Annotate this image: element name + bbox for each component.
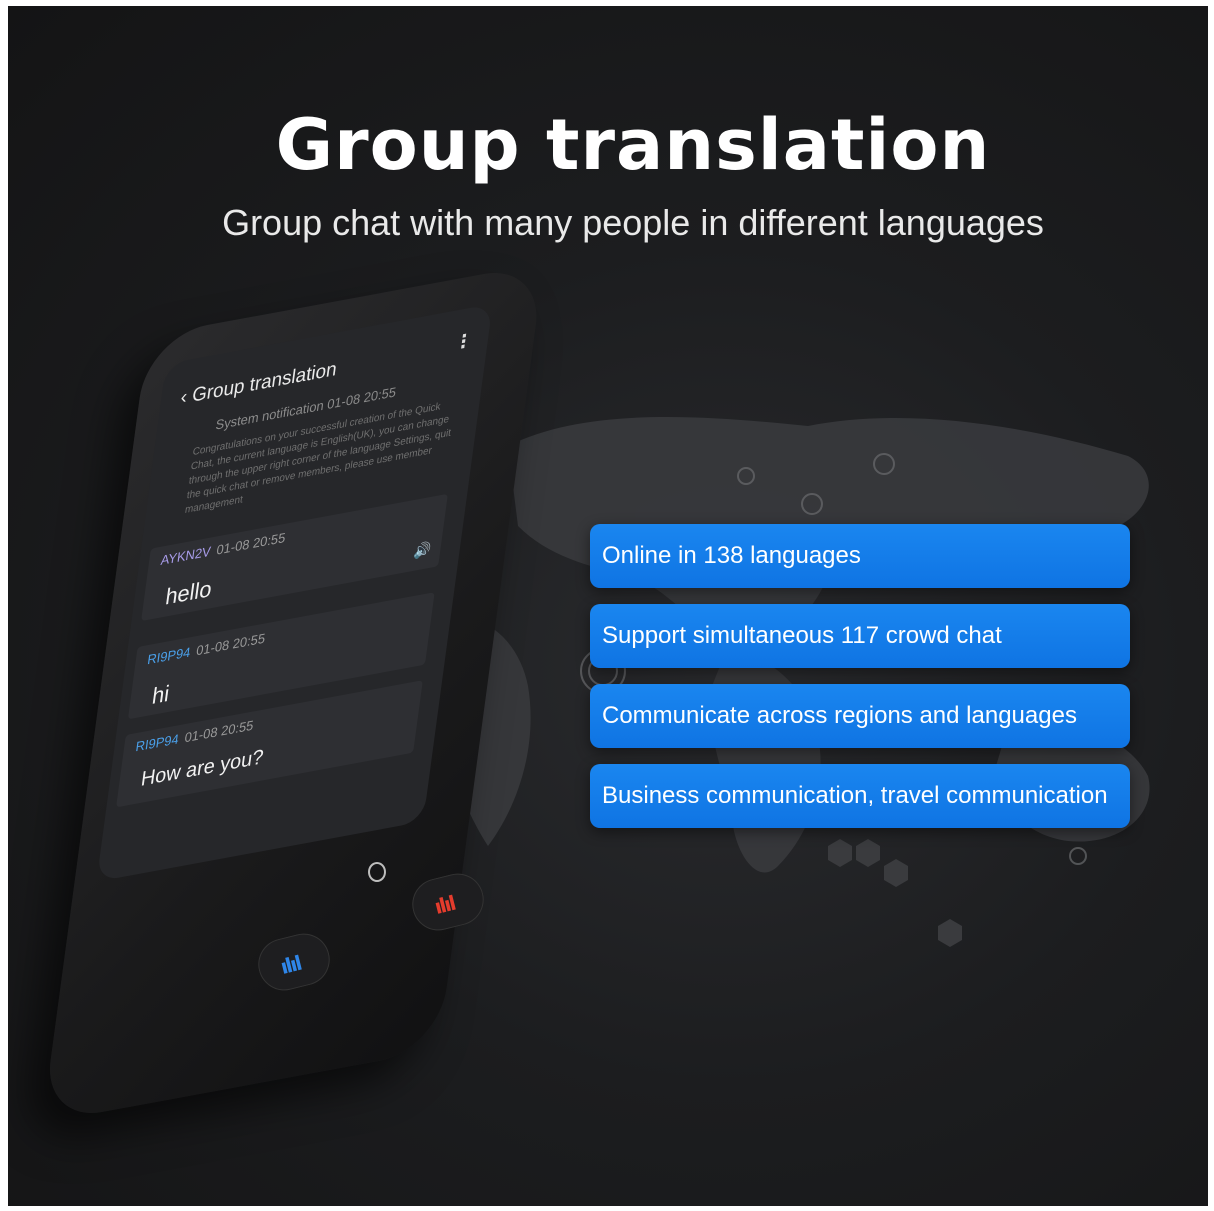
feature-regions: Communicate across regions and languages xyxy=(590,684,1130,748)
translator-device: ‹ Group translation ⋮ System notificatio… xyxy=(42,262,668,1166)
voice-wave-icon: ılıl xyxy=(277,950,303,979)
home-button-icon[interactable] xyxy=(368,862,386,882)
feature-languages: Online in 138 languages xyxy=(590,524,1130,588)
more-menu-icon[interactable]: ⋮ xyxy=(453,329,474,354)
feature-crowd-chat: Support simultaneous 117 crowd chat xyxy=(590,604,1130,668)
voice-wave-icon: ılıl xyxy=(431,890,457,919)
page-subtitle: Group chat with many people in different… xyxy=(222,202,1044,243)
feature-list: Online in 138 languages Support simultan… xyxy=(590,524,1130,844)
back-icon[interactable]: ‹ xyxy=(179,386,188,409)
background-panel: Group translation Group chat with many p… xyxy=(8,6,1208,1206)
feature-business-travel: Business communication, travel communica… xyxy=(590,764,1130,828)
page-title: Group translation xyxy=(275,104,991,186)
